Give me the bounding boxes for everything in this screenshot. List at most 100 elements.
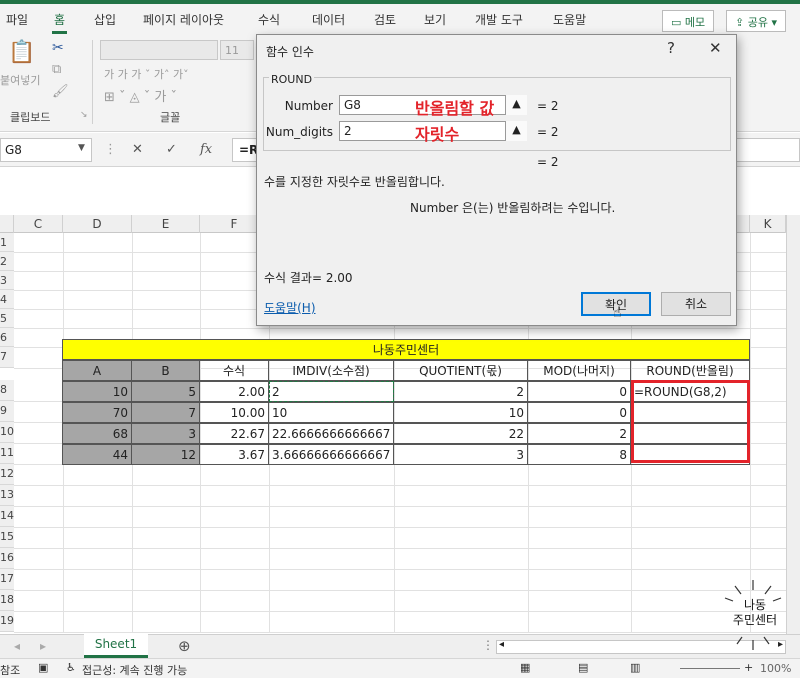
row-header[interactable]: 4 — [0, 290, 14, 309]
cancel-entry-icon[interactable]: ✕ — [132, 142, 143, 157]
header-b[interactable]: B — [131, 360, 200, 381]
table-cell[interactable]: 3 — [393, 444, 528, 465]
table-cell[interactable]: 22.6666666666667 — [268, 423, 394, 444]
copy-icon[interactable]: ⧉ — [52, 62, 61, 77]
row-header[interactable]: 14 — [0, 506, 14, 527]
zoom-level[interactable]: 100% — [760, 662, 791, 675]
row-header[interactable]: 3 — [0, 271, 14, 290]
header-imdiv[interactable]: IMDIV(소수점) — [268, 360, 394, 381]
add-sheet-icon[interactable]: ⊕ — [178, 637, 191, 655]
row-header[interactable]: 11 — [0, 443, 14, 464]
row-header[interactable]: 18 — [0, 590, 14, 611]
scroll-left-icon[interactable]: ◂ — [14, 639, 20, 653]
tab-home[interactable]: 홈 — [51, 11, 68, 34]
font-name-box[interactable] — [100, 40, 218, 60]
font-size-box[interactable]: 11 — [220, 40, 254, 60]
macro-record-icon[interactable]: ▣ — [38, 661, 48, 674]
table-cell[interactable]: 44 — [62, 444, 132, 465]
help-icon[interactable]: ? — [667, 39, 675, 57]
table-cell[interactable]: 22 — [393, 423, 528, 444]
row-header[interactable]: 16 — [0, 548, 14, 569]
scroll-left-icon[interactable]: ◂ — [499, 639, 504, 650]
table-cell[interactable]: 8 — [527, 444, 631, 465]
row-header[interactable]: 9 — [0, 401, 14, 422]
border-fill-icons[interactable]: ⊞ ˇ ◬ ˇ 가 ˇ — [104, 86, 177, 105]
table-cell[interactable]: 10 — [62, 381, 132, 402]
tab-view[interactable]: 보기 — [424, 11, 446, 28]
table-cell[interactable]: 2 — [393, 381, 528, 402]
row-header[interactable]: 6 — [0, 328, 14, 347]
tab-page-layout[interactable]: 페이지 레이아웃 — [143, 11, 224, 28]
header-formula[interactable]: 수식 — [199, 360, 269, 381]
share-button[interactable]: ⇪ 공유 ▾ — [726, 10, 786, 32]
help-link[interactable]: 도움말(H) — [264, 299, 316, 316]
row-header[interactable]: 15 — [0, 527, 14, 548]
table-cell[interactable]: 0 — [527, 381, 631, 402]
accessibility-status[interactable]: 접근성: 계속 진행 가능 — [82, 662, 187, 678]
table-cell[interactable]: 10.00 — [199, 402, 269, 423]
table-cell[interactable]: 5 — [131, 381, 200, 402]
table-title[interactable]: 나동주민센터 — [62, 339, 750, 360]
insert-function-icon[interactable]: fx — [200, 142, 212, 157]
tab-formulas[interactable]: 수식 — [258, 11, 280, 28]
table-cell[interactable]: 3.67 — [199, 444, 269, 465]
zoom-in-icon[interactable]: + — [744, 661, 753, 674]
row-header[interactable]: 12 — [0, 464, 14, 485]
row-header[interactable]: 5 — [0, 309, 14, 328]
page-layout-view-icon[interactable]: ▤ — [578, 661, 588, 674]
row-header[interactable]: 19 — [0, 611, 14, 632]
row-header[interactable]: 10 — [0, 422, 14, 443]
table-cell[interactable]: 2 — [527, 423, 631, 444]
zoom-slider[interactable] — [680, 668, 740, 669]
vertical-scrollbar[interactable] — [786, 215, 800, 634]
header-mod[interactable]: MOD(나머지) — [527, 360, 631, 381]
row-header[interactable]: 2 — [0, 252, 14, 271]
row-header[interactable]: 1 — [0, 233, 14, 252]
column-header[interactable]: K — [750, 215, 786, 233]
cancel-button[interactable]: 취소 — [661, 292, 731, 316]
paste-label[interactable]: 붙여넣기 — [0, 72, 40, 88]
row-header[interactable]: 8 — [0, 380, 14, 401]
column-header[interactable]: E — [132, 215, 200, 233]
format-painter-icon[interactable]: 🖌 — [52, 84, 69, 99]
table-cell[interactable]: 22.67 — [199, 423, 269, 444]
row-header[interactable]: 13 — [0, 485, 14, 506]
page-break-view-icon[interactable]: ▥ — [630, 661, 640, 674]
table-cell[interactable]: 10 — [268, 402, 394, 423]
accessibility-icon[interactable]: ♿ — [66, 661, 76, 674]
font-style-buttons[interactable]: 가 가 가 ˇ 가˄ 가˅ — [104, 66, 189, 82]
tab-help[interactable]: 도움말 — [553, 11, 586, 28]
row-header[interactable]: 17 — [0, 569, 14, 590]
tab-review[interactable]: 검토 — [374, 11, 396, 28]
table-cell[interactable]: 10 — [393, 402, 528, 423]
tab-insert[interactable]: 삽입 — [94, 11, 116, 28]
row-header[interactable]: 7 — [0, 347, 14, 368]
cut-icon[interactable]: ✂ — [52, 40, 64, 56]
chevron-down-icon[interactable]: ▼ — [78, 143, 85, 153]
scroll-right-icon[interactable]: ▸ — [40, 639, 46, 653]
table-cell[interactable]: 12 — [131, 444, 200, 465]
header-a[interactable]: A — [62, 360, 132, 381]
sheet-tab-sheet1[interactable]: Sheet1 — [84, 634, 148, 658]
normal-view-icon[interactable]: ▦ — [520, 661, 530, 674]
select-all-corner[interactable] — [0, 215, 14, 233]
confirm-entry-icon[interactable]: ✓ — [166, 142, 177, 157]
column-header[interactable]: D — [63, 215, 132, 233]
memo-button[interactable]: ▭ 메모 — [662, 10, 715, 32]
dialog-launcher-icon[interactable]: ↘ — [80, 110, 88, 120]
table-cell[interactable]: 2.00 — [199, 381, 269, 402]
range-select-icon[interactable]: ▲ — [505, 95, 527, 115]
table-cell[interactable]: 0 — [527, 402, 631, 423]
table-cell[interactable]: 7 — [131, 402, 200, 423]
header-quotient[interactable]: QUOTIENT(몫) — [393, 360, 528, 381]
close-icon[interactable]: ✕ — [709, 39, 722, 57]
table-cell[interactable]: 68 — [62, 423, 132, 444]
table-cell[interactable]: 70 — [62, 402, 132, 423]
tab-developer[interactable]: 개발 도구 — [475, 11, 523, 28]
column-header[interactable]: C — [14, 215, 63, 233]
tab-file[interactable]: 파일 — [6, 11, 28, 28]
range-select-icon[interactable]: ▲ — [505, 121, 527, 141]
table-cell[interactable]: 3.66666666666667 — [268, 444, 394, 465]
header-round[interactable]: ROUND(반올림) — [630, 360, 750, 381]
tab-data[interactable]: 데이터 — [312, 11, 345, 28]
